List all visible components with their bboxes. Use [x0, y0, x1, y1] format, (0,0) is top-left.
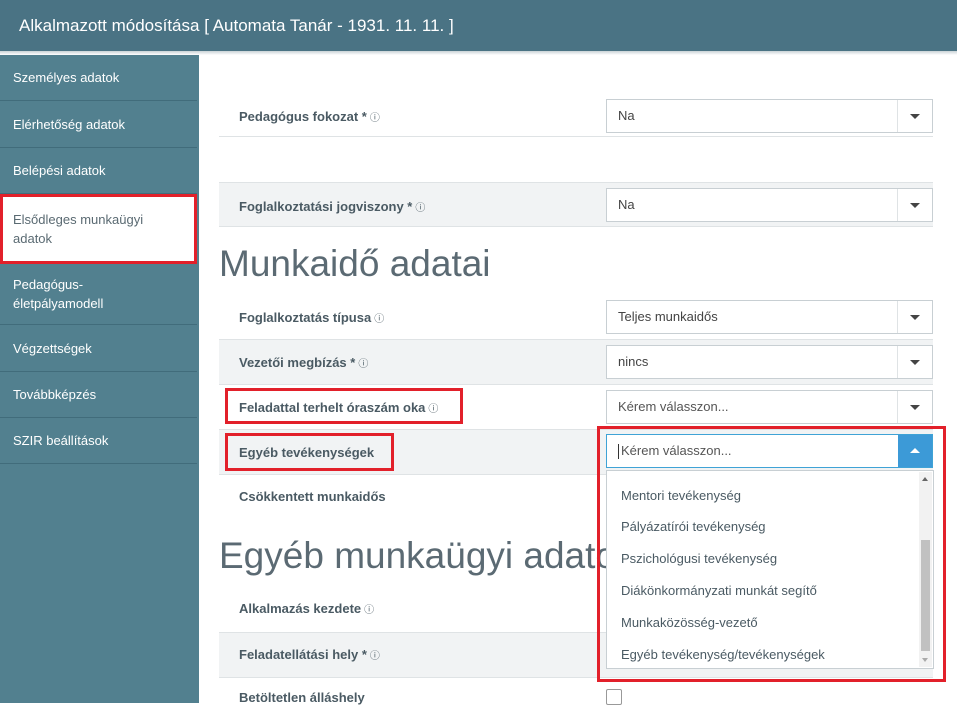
field-label: Foglalkoztatási jogviszony * ⓘ [239, 199, 425, 214]
window-title: Alkalmazott módosítása [ Automata Tanár … [0, 0, 957, 51]
select-value: Na [618, 197, 635, 212]
sidebar-item-tovabbkepzes[interactable]: Továbbképzés [0, 372, 197, 418]
field-row-pedagogus-fokozat: Pedagógus fokozat * ⓘ Na [219, 96, 933, 137]
sidebar-item-szemelyes-adatok[interactable]: Személyes adatok [0, 55, 197, 101]
info-icon[interactable]: ⓘ [374, 314, 384, 325]
info-icon[interactable]: ⓘ [415, 203, 425, 214]
chevron-down-icon[interactable] [897, 301, 932, 333]
sidebar-item-label: SZIR beállítások [13, 433, 109, 448]
field-row-vezetoi-megbizas: Vezetői megbízás * ⓘ nincs [219, 340, 933, 385]
chevron-down-icon[interactable] [897, 346, 932, 378]
sidebar-item-label: Belépési adatok [13, 163, 106, 178]
feladattal-terhelt-oraszam-oka-select[interactable]: Kérem válasszon... [606, 390, 933, 424]
sidebar-item-vegzettsegek[interactable]: Végzettségek [0, 325, 197, 372]
vezetoi-megbizas-select[interactable]: nincs [606, 345, 933, 379]
chevron-down-icon[interactable] [897, 100, 932, 132]
sidebar-item-pedagogus-eletpalyamodell[interactable]: Pedagógus-életpályamodell [0, 264, 197, 325]
pedagogus-fokozat-select[interactable]: Na [606, 99, 933, 133]
field-label: Feladatellátási hely * ⓘ [239, 647, 380, 662]
field-label: Alkalmazás kezdete ⓘ [239, 601, 374, 616]
field-label: Csökkentett munkaidős [239, 489, 386, 504]
info-icon[interactable]: ⓘ [358, 359, 368, 370]
field-row-foglalkoztatasi-jogviszony: Foglalkoztatási jogviszony * ⓘ Na [219, 182, 933, 227]
foglalkoztatas-tipusa-select[interactable]: Teljes munkaidős [606, 300, 933, 334]
sidebar-item-szir-beallitasok[interactable]: SZIR beállítások [0, 418, 197, 464]
foglalkoztatasi-jogviszony-select[interactable]: Na [606, 188, 933, 222]
highlight-box-egyeb-tevekenysegek [225, 433, 394, 471]
sidebar-item-elerhetoseg-adatok[interactable]: Elérhetőség adatok [0, 101, 197, 148]
highlight-box-feladattal-terhelt [225, 388, 463, 424]
sidebar-item-elsodleges-munkaugyi-adatok[interactable]: Elsődleges munkaügyi adatok [0, 194, 197, 264]
sidebar-item-belepesi-adatok[interactable]: Belépési adatok [0, 148, 197, 194]
field-label: Vezetői megbízás * ⓘ [239, 355, 368, 370]
field-label-text: Foglalkoztatási jogviszony * [239, 199, 413, 214]
info-icon[interactable]: ⓘ [364, 605, 374, 616]
section-title-egyeb-munkaugyi-adatok: Egyéb munkaügyi adatok [219, 535, 635, 576]
field-label-text: Alkalmazás kezdete [239, 601, 362, 616]
field-label-text: Pedagógus fokozat * [239, 109, 367, 124]
info-icon[interactable]: ⓘ [370, 113, 380, 124]
section-title-munkaido-adatai: Munkaidő adatai [219, 243, 491, 284]
select-value: Na [618, 108, 635, 123]
chevron-down-icon[interactable] [897, 391, 932, 423]
sidebar-item-label: Végzettségek [13, 340, 92, 356]
field-label: Foglalkoztatás típusa ⓘ [239, 310, 384, 325]
field-label-text: Vezetői megbízás * [239, 355, 356, 370]
field-label-text: Foglalkoztatás típusa [239, 310, 372, 325]
chevron-down-icon[interactable] [897, 189, 932, 221]
select-value: Teljes munkaidős [618, 309, 718, 324]
select-value: Kérem válasszon... [618, 399, 729, 414]
sidebar-item-label: Elsődleges munkaügyi adatok [13, 212, 144, 246]
sidebar-item-label: Elérhetőség adatok [13, 116, 126, 132]
field-label-text: Feladatellátási hely * [239, 647, 367, 662]
info-icon[interactable]: ⓘ [370, 651, 380, 662]
sidebar: Személyes adatok Elérhetőség adatok Belé… [0, 55, 199, 703]
field-row-foglalkoztatas-tipusa: Foglalkoztatás típusa ⓘ Teljes munkaidős [219, 295, 933, 340]
sidebar-item-label: Személyes adatok [13, 70, 120, 85]
sidebar-item-label: Továbbképzés [13, 387, 97, 402]
sidebar-item-label: Pedagógus-életpályamodell [13, 277, 104, 311]
highlight-box-dropdown [597, 426, 946, 682]
field-label: Pedagógus fokozat * ⓘ [239, 109, 380, 124]
select-value: nincs [618, 354, 649, 369]
